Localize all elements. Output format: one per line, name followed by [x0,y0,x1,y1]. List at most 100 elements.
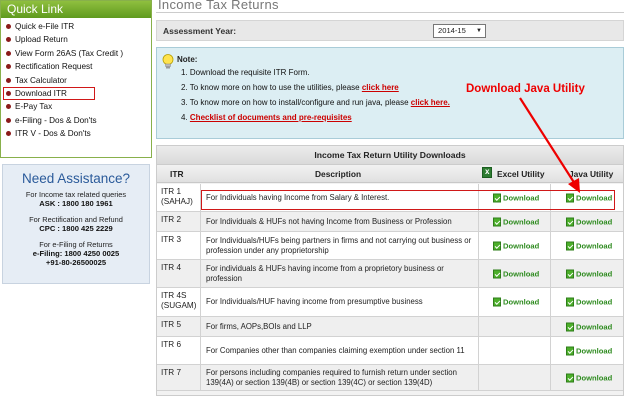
download-check-icon [566,269,574,278]
itr-cell: ITR 3 [157,232,201,259]
table-row: ITR 3 For Individuals/HUFs being partners… [157,232,623,260]
description-cell: For persons including companies required… [201,365,479,390]
assessment-year-value: 2014-15 [438,26,466,35]
excel-cell: Download [479,288,551,316]
java-download-button[interactable]: Download [566,373,612,382]
download-label: Download [576,346,613,355]
excel-cell [479,365,551,390]
quick-link-item-upload-return[interactable]: Upload Return [5,33,151,46]
assist-efiling-number-alt: +91-80-26500025 [45,258,107,267]
assessment-year-bar: Assessment Year: 2014-15 ▼ [156,20,624,41]
quick-link-label: ITR V - Dos & Don'ts [15,129,91,139]
assessment-year-select[interactable]: 2014-15 ▼ [433,24,486,38]
bullet-icon [6,104,11,110]
download-label: Download [576,241,613,250]
download-label: Download [503,297,540,307]
download-check-icon [493,217,501,226]
header-description: Description [315,169,362,179]
description-cell: For Companies other than companies claim… [201,337,479,364]
java-download-button[interactable]: Download [566,269,612,278]
need-assistance-panel: Need Assistance? For Income tax related … [2,164,150,284]
java-cell: Download [551,337,623,364]
checklist-link[interactable]: Checklist of documents and pre-requisite… [190,113,352,122]
download-check-icon [566,346,574,355]
download-check-icon [566,297,574,307]
bullet-icon [6,64,11,70]
quick-link-item-quick-efile[interactable]: Quick e-File ITR [5,20,151,33]
quick-link-label: Download ITR [15,88,67,98]
download-label: Download [576,217,613,226]
bullet-icon [6,77,11,83]
note-label: Note: [177,55,198,64]
quick-link-label: E-Pay Tax [15,102,53,112]
download-check-icon [566,217,574,226]
dropdown-arrow-icon: ▼ [476,28,482,34]
itr-cell: ITR 5 [157,317,201,336]
excel-download-button[interactable]: Download [493,241,539,250]
assist-query-label: For Income tax related queries [25,190,127,199]
itr-cell: ITR 1 (SAHAJ) [157,184,201,211]
java-download-button[interactable]: Download [566,241,612,250]
itr-cell: ITR 2 [157,212,201,231]
bullet-icon [6,50,11,56]
download-label: Download [503,241,540,250]
excel-cell [479,337,551,364]
download-label: Download [503,269,540,278]
itr-cell: ITR 7 [157,365,201,390]
quick-link-list: Quick e-File ITR Upload Return View Form… [1,18,151,141]
java-cell: Download [551,212,623,231]
note-line-4: 4. Checklist of documents and pre-requis… [181,113,352,122]
table-row: ITR 7 For persons including companies req… [157,365,623,391]
download-label: Download [576,269,613,278]
header-itr: ITR [170,169,184,179]
table-row: ITR 4 For individuals & HUFs having incom… [157,260,623,288]
download-label: Download [503,217,540,226]
description-cell: For Individuals & HUFs not having Income… [201,212,479,231]
excel-download-button[interactable]: Download [493,269,539,278]
excel-download-button[interactable]: Download [493,297,540,307]
note-line-1: 1. Download the requisite ITR Form. [181,68,310,77]
table-title: Income Tax Return Utility Downloads [157,146,623,165]
quick-link-label: Upload Return [15,35,68,45]
download-label: Download [576,373,613,382]
excel-icon [482,167,492,178]
quick-link-item-rectification[interactable]: Rectification Request [5,60,151,73]
download-check-icon [566,322,574,331]
bullet-icon [6,24,11,29]
itr-cell: ITR 6 [157,337,201,364]
note-line-3-text: 3. To know more on how to install/config… [181,98,411,107]
quick-link-item-itrv-dos[interactable]: ITR V - Dos & Don'ts [5,127,151,140]
java-download-button[interactable]: Download [566,297,613,307]
quick-link-item-download-itr[interactable]: Download ITR [3,86,95,101]
sidebar: Quick Link Quick e-File ITR Upload Retur… [0,0,152,396]
highlight-box-itr1 [201,190,615,210]
excel-download-button[interactable]: Download [493,217,539,226]
quick-link-item-efiling-dos[interactable]: e-Filing - Dos & Don'ts [5,114,151,127]
java-click-here-link[interactable]: click here. [411,98,450,107]
assessment-year-label: Assessment Year: [163,26,237,36]
quick-link-label: Quick e-File ITR [15,22,75,31]
download-check-icon [566,241,574,250]
assist-ask-number: ASK : 1800 180 1961 [39,199,113,208]
quick-link-item-tax-calculator[interactable]: Tax Calculator [5,74,151,87]
quick-link-label: View Form 26AS (Tax Credit ) [15,48,124,58]
download-java-annotation: Download Java Utility [466,83,585,95]
download-check-icon [566,373,574,382]
quick-link-item-view-26as[interactable]: View Form 26AS (Tax Credit ) [5,47,151,60]
java-cell: Download [551,288,623,316]
download-label: Download [576,297,613,307]
java-download-button[interactable]: Download [566,346,612,355]
description-cell: For Individuals/HUF having income from p… [201,288,479,316]
table-row: ITR 4S (SUGAM) For Individuals/HUF having… [157,288,623,317]
excel-cell: Download [479,260,551,287]
java-cell: Download [551,365,623,390]
note-line-4-num: 4. [181,113,190,122]
java-download-button[interactable]: Download [566,322,612,331]
description-cell: For Individuals/HUFs being partners in f… [201,232,479,259]
bullet-icon [6,131,11,137]
note-line-2: 2. To know more on how to use the utilit… [181,83,399,92]
usage-click-here-link[interactable]: click here [362,83,399,92]
bullet-icon [6,117,11,123]
quick-link-item-epay-tax[interactable]: E-Pay Tax [5,100,151,113]
java-download-button[interactable]: Download [566,217,612,226]
